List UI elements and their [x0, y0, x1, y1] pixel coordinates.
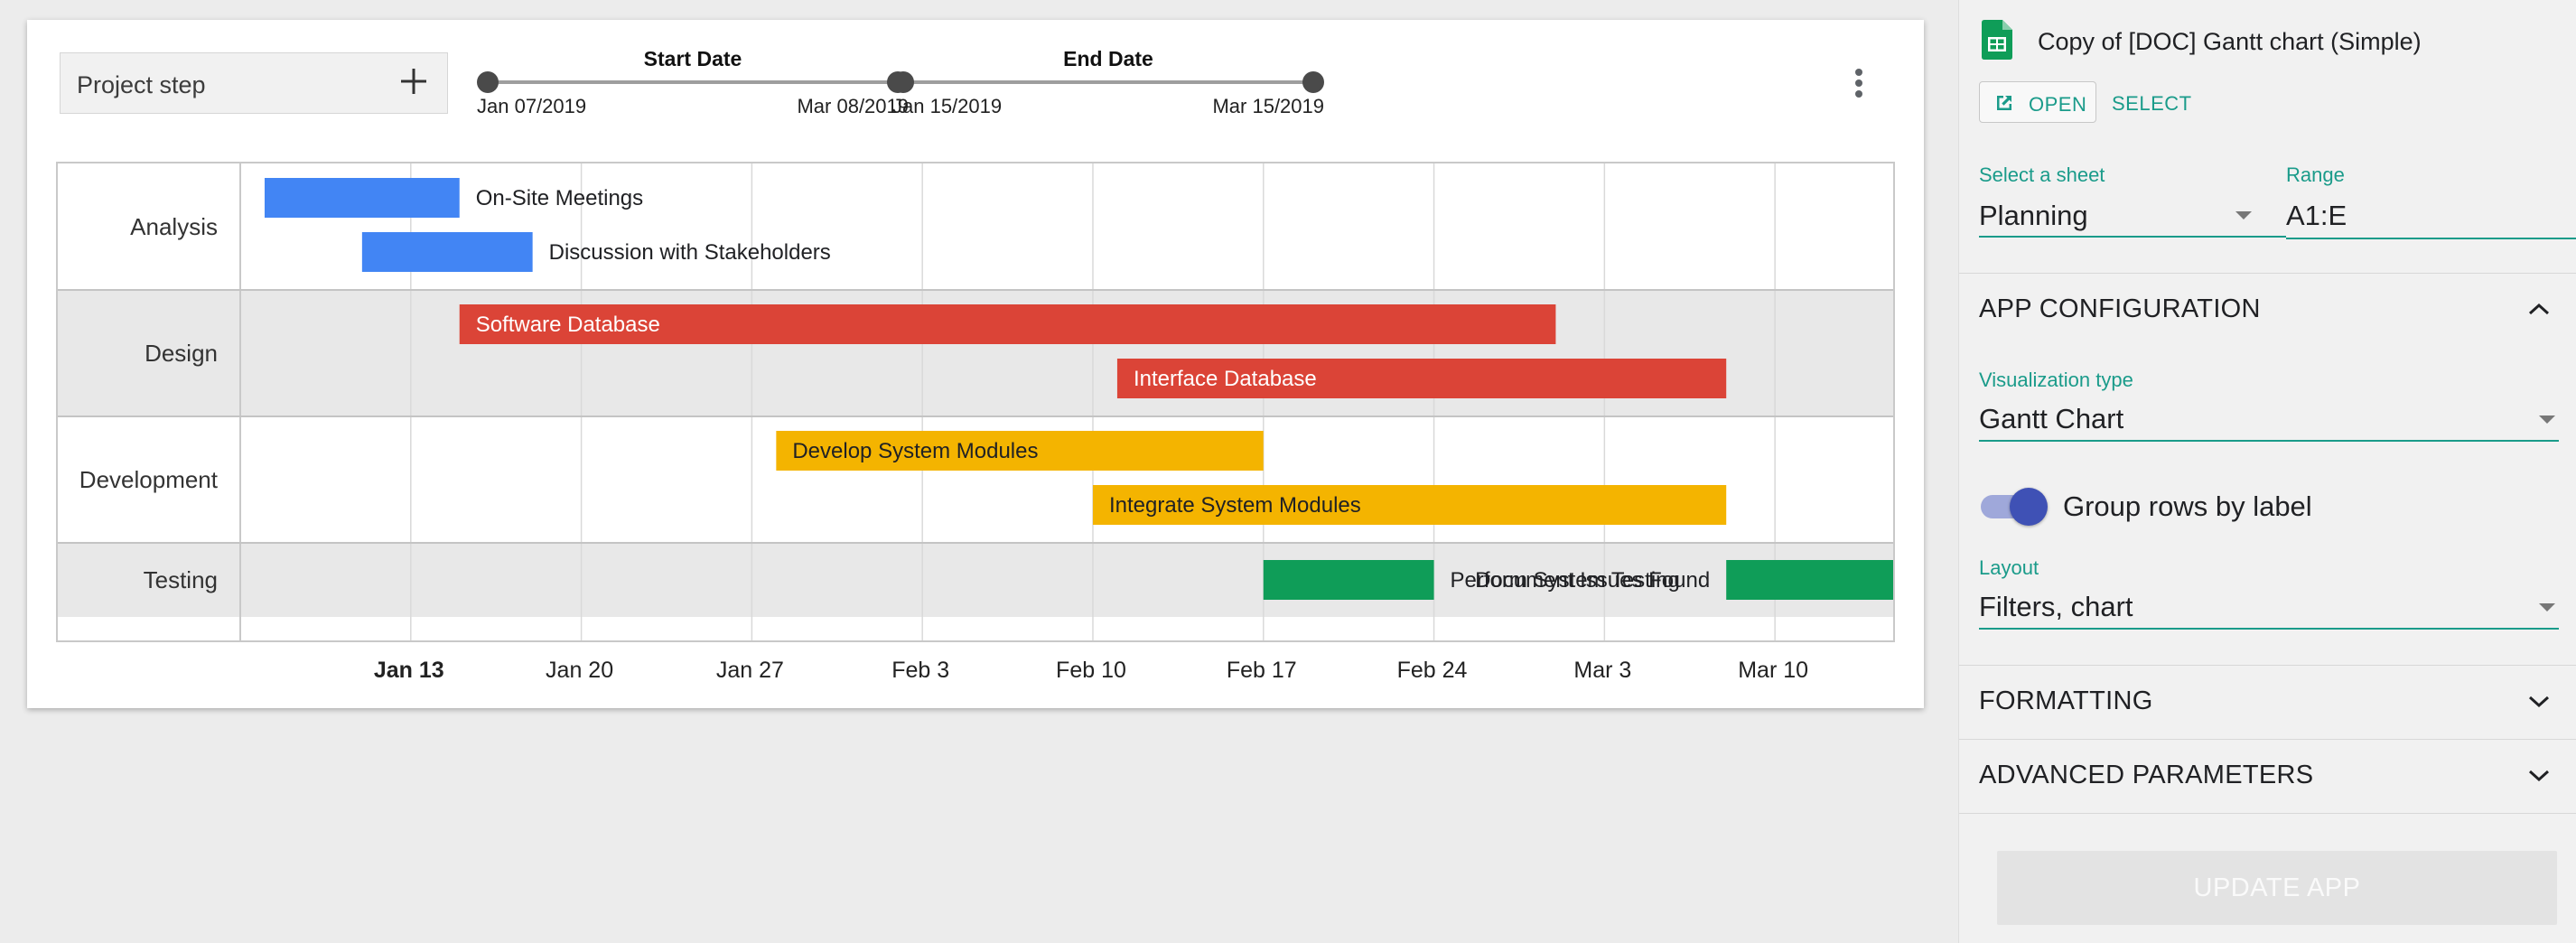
- gantt-axis-tick-label: Feb 10: [1056, 658, 1126, 683]
- start-date-slider[interactable]: Start Date Jan 07/2019 Mar 08/2019: [477, 47, 909, 119]
- gantt-group-label: Development: [79, 466, 219, 493]
- range-input[interactable]: A1:E: [2286, 200, 2347, 232]
- advanced-parameters-header[interactable]: ADVANCED PARAMETERS: [1979, 761, 2313, 790]
- start-date-track[interactable]: [488, 80, 898, 84]
- visualization-type-label: Visualization type: [1979, 369, 2133, 391]
- gantt-chart: Analysis On-Site Meetings Discussion with …: [56, 162, 1895, 642]
- gantt-task-label: Develop System Modules: [792, 439, 1038, 463]
- range-field-label: Range: [2286, 163, 2345, 186]
- sheet-select-underline: [1979, 236, 2286, 238]
- end-date-max-thumb[interactable]: [1302, 71, 1324, 93]
- gantt-task-label: Document Issues Found: [1475, 568, 1710, 593]
- gantt-axis-tick-label: Jan 20: [546, 658, 613, 683]
- settings-panel: Copy of [DOC] Gantt chart (Simple) OPEN …: [1958, 0, 2576, 943]
- gantt-group-label: Analysis: [130, 213, 218, 240]
- layout-dropdown-icon[interactable]: [2539, 603, 2555, 612]
- gantt-axis-tick-label: Feb 3: [891, 658, 949, 683]
- start-date-title: Start Date: [643, 47, 742, 70]
- gantt-axis-tick-label: Feb 24: [1397, 658, 1468, 683]
- sheet-dropdown-icon[interactable]: [2235, 211, 2252, 219]
- chevron-up-icon[interactable]: [2528, 302, 2550, 316]
- open-external-icon: [1997, 96, 2011, 110]
- chevron-down-icon[interactable]: [2528, 769, 2550, 783]
- divider: [1959, 665, 2576, 666]
- app-configuration-header[interactable]: APP CONFIGURATION: [1979, 294, 2261, 324]
- open-button-label: OPEN: [2029, 93, 2087, 116]
- gantt-task-label: Interface Database: [1134, 367, 1317, 391]
- visualization-type-value[interactable]: Gantt Chart: [1979, 403, 2123, 435]
- update-app-button[interactable]: UPDATE APP: [1997, 851, 2557, 925]
- document-title: Copy of [DOC] Gantt chart (Simple): [2038, 28, 2422, 55]
- formatting-header[interactable]: FORMATTING: [1979, 686, 2153, 716]
- select-button[interactable]: SELECT: [2112, 92, 2192, 116]
- gantt-axis-tick-label: Jan 13: [374, 658, 444, 683]
- layout-underline: [1979, 628, 2559, 630]
- gantt-group-label: Testing: [144, 566, 218, 593]
- gantt-group-label: Design: [145, 340, 218, 367]
- divider: [1959, 739, 2576, 740]
- gantt-axis-tick-label: Mar 10: [1738, 658, 1808, 683]
- gantt-x-axis: Jan 13 Jan 20 Jan 27 Feb 3 Feb 10 Feb 17 Feb 2…: [374, 658, 1808, 683]
- sheet-select-label: Select a sheet: [1979, 163, 2105, 186]
- gantt-axis-tick-label: Jan 27: [716, 658, 784, 683]
- gantt-task-bar: [1726, 560, 1893, 600]
- group-rows-label: Group rows by label: [2063, 490, 2312, 522]
- gantt-svg: Analysis On-Site Meetings Discussion with …: [58, 163, 1893, 640]
- group-rows-toggle-thumb[interactable]: [2010, 488, 2048, 526]
- gantt-axis-tick-label: Feb 17: [1227, 658, 1297, 683]
- gantt-task-bar: [1263, 560, 1434, 600]
- sheets-icon: [1982, 20, 2012, 60]
- more-options-icon[interactable]: [1848, 65, 1870, 101]
- end-date-min-thumb[interactable]: [892, 71, 914, 93]
- start-date-min-thumb[interactable]: [477, 71, 499, 93]
- add-icon[interactable]: [398, 66, 429, 97]
- end-date-min-value: Jan 15/2019: [892, 95, 1003, 117]
- open-button[interactable]: OPEN: [1979, 81, 2096, 123]
- project-step-label: Project step: [77, 71, 206, 98]
- range-input-underline: [2286, 238, 2576, 239]
- visualization-type-underline: [1979, 440, 2559, 442]
- gantt-card: Project step Start Date Jan 07/2019 Mar …: [27, 20, 1924, 708]
- chevron-down-icon[interactable]: [2528, 695, 2550, 709]
- layout-value[interactable]: Filters, chart: [1979, 591, 2133, 623]
- gantt-axis-tick-label: Mar 3: [1573, 658, 1631, 683]
- sheet-select-value[interactable]: Planning: [1979, 200, 2088, 232]
- end-date-max-value: Mar 15/2019: [1212, 95, 1324, 117]
- divider: [1959, 813, 2576, 814]
- end-date-track[interactable]: [903, 80, 1313, 84]
- end-date-title: End Date: [1063, 47, 1153, 70]
- layout-label: Layout: [1979, 556, 2039, 579]
- gantt-task-label: Integrate System Modules: [1109, 493, 1361, 518]
- gantt-task-label: Software Database: [476, 313, 660, 337]
- gantt-task-bar: [361, 232, 533, 272]
- project-step-filter[interactable]: Project step: [60, 52, 448, 114]
- gantt-task-bar: [264, 178, 460, 218]
- start-date-min-value: Jan 07/2019: [477, 95, 587, 117]
- visualization-dropdown-icon[interactable]: [2539, 415, 2555, 424]
- end-date-slider[interactable]: End Date Jan 15/2019 Mar 15/2019: [892, 47, 1324, 119]
- gantt-task-label: On-Site Meetings: [476, 186, 643, 210]
- gantt-task-label: Discussion with Stakeholders: [549, 240, 831, 265]
- divider: [1959, 273, 2576, 274]
